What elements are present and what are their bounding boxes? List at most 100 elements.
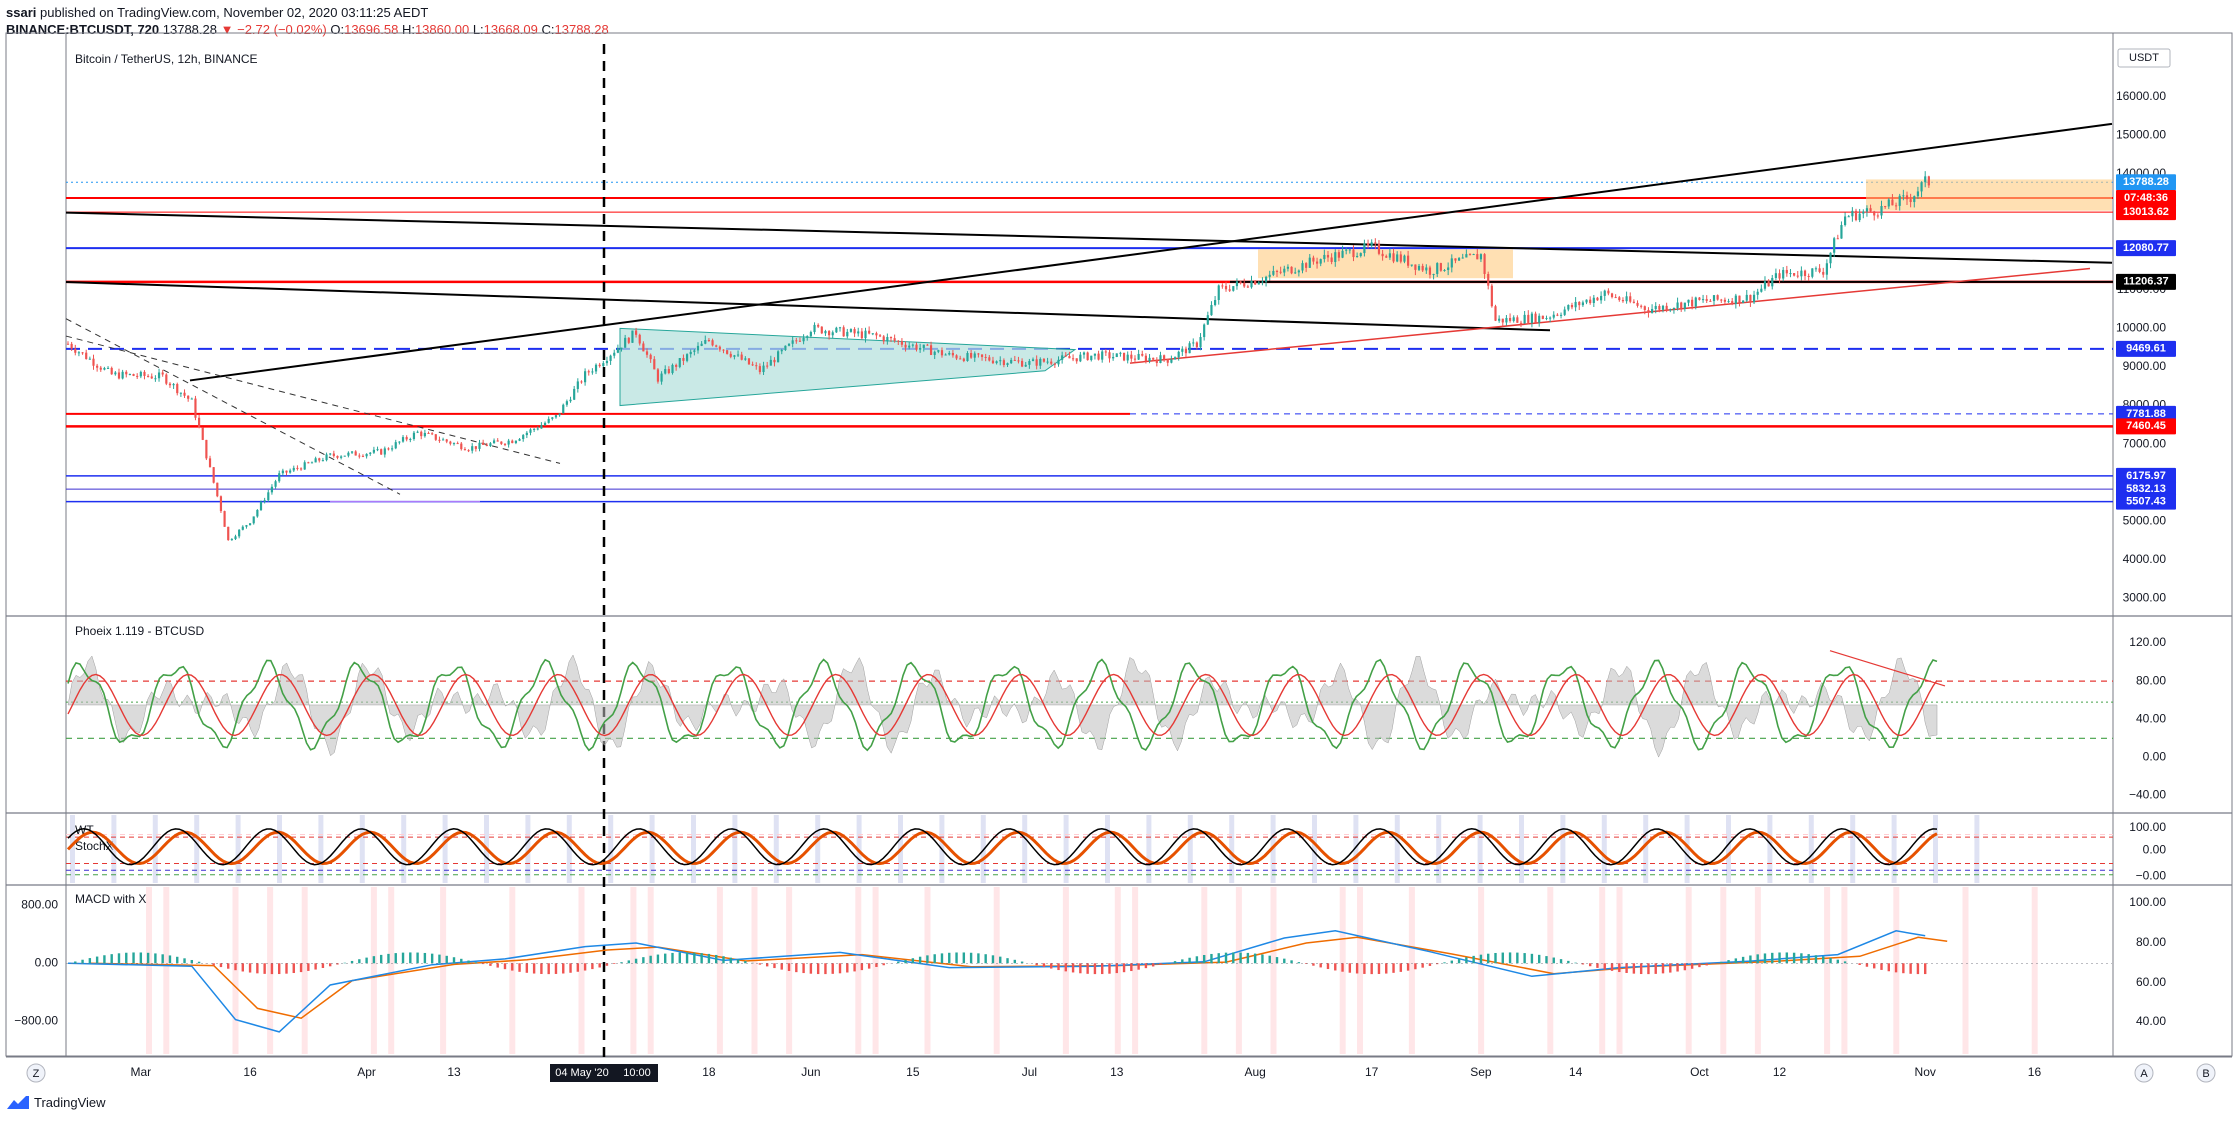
candle-body (722, 349, 725, 351)
candle-body (1479, 254, 1483, 260)
macd-histogram-bar (358, 959, 361, 964)
macd-histogram-bar (176, 956, 179, 964)
tradingview-brand[interactable]: TradingView (34, 1095, 106, 1110)
candle-body (1345, 249, 1348, 251)
x-tick-label: 14 (1569, 1065, 1583, 1079)
candle-body (1392, 253, 1395, 262)
candle-body (835, 327, 838, 333)
candle-body (1177, 351, 1180, 358)
candle-body (1585, 299, 1588, 303)
candle-body (675, 364, 678, 367)
candle-body (1880, 206, 1883, 216)
candle-body (1541, 315, 1544, 319)
candle-body (1774, 273, 1777, 278)
macd-histogram-bar (1545, 956, 1548, 964)
candle-body (161, 372, 164, 375)
candle-body (685, 354, 689, 361)
candle-body (634, 330, 638, 335)
macd-signal-bar (1478, 887, 1485, 1054)
macd-signal-bar (2031, 887, 2038, 1054)
price-tag: 6175.97 (2126, 470, 2166, 482)
macd-histogram-bar (1501, 952, 1504, 964)
wt-signal-bar (152, 815, 158, 883)
macd-histogram-bar (1683, 963, 1687, 971)
candle-body (125, 371, 128, 375)
candle-body (1206, 315, 1209, 325)
wt-signal-bar (1146, 815, 1152, 883)
macd-histogram-bar (1465, 957, 1468, 964)
price-tag: 5832.13 (2126, 483, 2166, 495)
candle-body (1068, 356, 1071, 359)
macd-histogram-bar (307, 963, 310, 971)
candle-body (1592, 297, 1595, 304)
macd-histogram-bar (154, 953, 157, 964)
macd-histogram-bar (1079, 963, 1082, 974)
tradingview-logo-icon[interactable] (6, 1094, 30, 1110)
candle-body (682, 358, 685, 361)
macd-histogram-bar (940, 953, 944, 964)
candle-body (1130, 354, 1133, 359)
macd-histogram-bar (1188, 957, 1191, 964)
candle-body (977, 353, 980, 355)
macd-histogram-bar (430, 953, 434, 964)
candle-body (274, 481, 277, 487)
macd-histogram-bar (613, 963, 616, 964)
candle-body (1214, 299, 1217, 306)
candle-body (474, 446, 477, 449)
macd-histogram-bar (1319, 963, 1322, 968)
macd-histogram-bar (1144, 963, 1148, 969)
candle-body (1927, 176, 1930, 186)
macd-histogram-bar (168, 955, 172, 964)
candle-body (172, 384, 175, 386)
macd-histogram-bar (816, 963, 820, 975)
macd-histogram-bar (1603, 963, 1606, 970)
price-tag: 7460.45 (2126, 420, 2166, 432)
candle-body (190, 398, 193, 400)
macd-histogram-bar (1290, 960, 1293, 964)
candle-body (620, 347, 623, 349)
candle-body (1567, 305, 1570, 310)
candle-body (842, 327, 845, 337)
macd-histogram-bar (984, 954, 987, 964)
candle-body (1785, 269, 1788, 274)
candle-body (940, 350, 944, 356)
candle-body (376, 449, 379, 451)
macd-histogram-bar (438, 954, 441, 964)
oscillator-title: Phoeix 1.119 - BTCUSD (75, 624, 204, 638)
wt-signal-bar (691, 815, 696, 883)
candle-body (853, 329, 856, 334)
candle-body (1505, 317, 1508, 323)
macd-histogram-bar (1239, 952, 1242, 964)
candle-body (248, 523, 252, 526)
wt-signal-bar (70, 815, 75, 883)
wt-signal-bar (1519, 815, 1524, 883)
candle-body (1243, 283, 1246, 287)
candle-body (1760, 288, 1763, 292)
candle-body (503, 443, 507, 445)
macd-histogram-bar (1705, 963, 1708, 966)
candle-body (1771, 277, 1774, 287)
macd-histogram-bar (1814, 955, 1818, 964)
candle-body (1457, 258, 1461, 261)
candle-body (212, 467, 215, 483)
macd-histogram-bar (183, 958, 186, 964)
candle-body (926, 344, 929, 346)
macd-histogram-bar (1385, 963, 1388, 974)
x-tick-label: 17 (1365, 1065, 1379, 1079)
candle-body (176, 384, 179, 394)
candle-body (103, 368, 106, 370)
rising-trendline (189, 122, 2113, 382)
macd-signal-bar (751, 887, 758, 1054)
axis-button-b[interactable]: B (2196, 1063, 2216, 1083)
macd-histogram-bar (1661, 963, 1665, 974)
wt-signal-bar (1477, 815, 1483, 883)
macd-right-tick: 80.00 (2136, 935, 2166, 949)
macd-histogram-bar (765, 963, 769, 967)
axis-button-a[interactable]: A (2134, 1063, 2154, 1083)
axis-button-z[interactable]: Z (26, 1063, 46, 1083)
candle-body (1221, 285, 1224, 287)
trading-chart[interactable]: Mar16Apr13May18Jun15Jul13Aug17Sep14Oct12… (0, 0, 2238, 1121)
macd-histogram-bar (401, 952, 405, 964)
candle-body (1705, 299, 1708, 301)
candle-body (980, 354, 984, 357)
